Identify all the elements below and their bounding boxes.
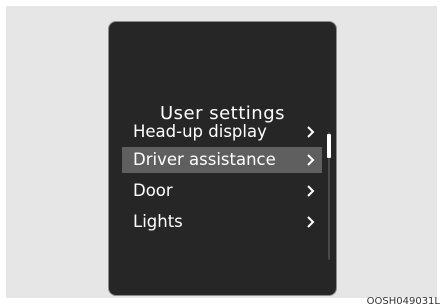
chevron-right-icon	[306, 209, 316, 235]
cluster-display-screen: User settings Head-up display Driver ass…	[108, 21, 337, 296]
menu-item-head-up-display[interactable]: Head-up display	[122, 119, 322, 145]
menu-item-label: Lights	[133, 212, 183, 231]
menu-item-label: Driver assistance	[133, 150, 276, 169]
chevron-right-icon	[306, 147, 316, 173]
scrollbar-thumb[interactable]	[327, 134, 331, 158]
chevron-right-icon	[306, 119, 316, 145]
figure-reference-code: OOSH049031L	[366, 296, 440, 307]
menu-item-lights[interactable]: Lights	[122, 209, 322, 235]
menu-item-label: Head-up display	[133, 122, 267, 141]
menu-item-label: Door	[133, 181, 173, 200]
chevron-right-icon	[306, 178, 316, 204]
menu-item-door[interactable]: Door	[122, 178, 322, 204]
menu-item-driver-assistance[interactable]: Driver assistance	[122, 147, 322, 173]
